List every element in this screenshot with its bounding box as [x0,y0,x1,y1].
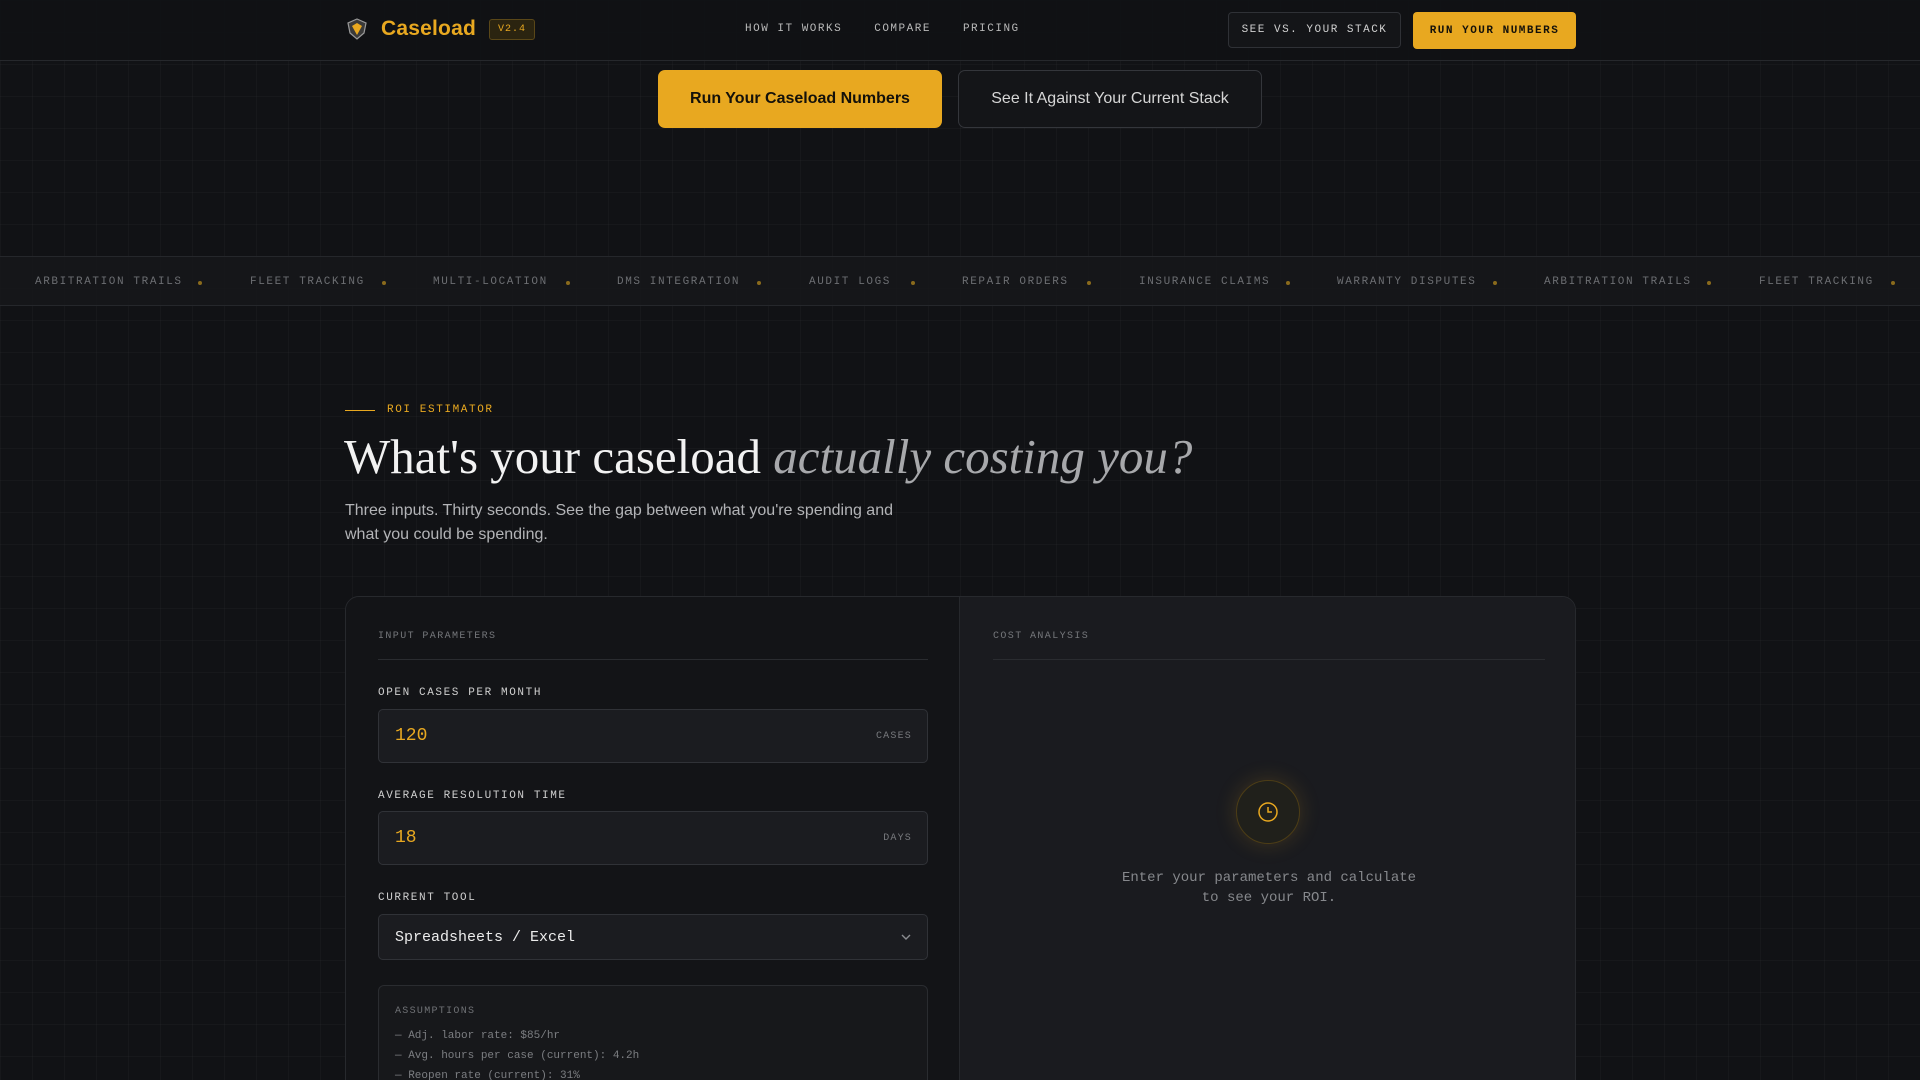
divider [993,659,1545,660]
chevron-down-icon [901,934,911,940]
run-your-numbers-button[interactable]: RUN YOUR NUMBERS [1413,12,1576,49]
resolution-input[interactable]: 18 DAYS [378,811,928,865]
ticker-item: WARRANTY DISPUTES [1337,276,1477,288]
ticker-item: FLEET TRACKING [1759,276,1874,288]
resolution-value: 18 [395,828,417,848]
ticker-separator [911,281,915,285]
roi-estimator-card: INPUT PARAMETERS OPEN CASES PER MONTH 12… [345,596,1576,1080]
divider [378,659,928,660]
assumption-line: — Avg. hours per case (current): 4.2h [395,1050,640,1062]
input-panel: INPUT PARAMETERS OPEN CASES PER MONTH 12… [346,597,959,1080]
ticker-separator [1493,281,1497,285]
brand[interactable]: Caseload V2.4 [345,17,535,41]
eyebrow-text: ROI ESTIMATOR [387,404,494,416]
assumptions-title: ASSUMPTIONS [395,1006,476,1017]
cases-label: OPEN CASES PER MONTH [378,687,543,699]
ticker-item: ARBITRATION TRAILS [35,276,183,288]
clock-icon [1258,802,1278,822]
resolution-label: AVERAGE RESOLUTION TIME [378,790,567,802]
brand-name: Caseload [381,17,476,40]
run-caseload-numbers-button[interactable]: Run Your Caseload Numbers [658,70,942,128]
ticker-separator [566,281,570,285]
ticker-separator [198,281,202,285]
input-panel-title: INPUT PARAMETERS [378,631,497,642]
page-title: What's your caseload actually costing yo… [344,428,1192,485]
ticker-item: MULTI-LOCATION [433,276,548,288]
headline-italic: actually costing you? [773,429,1193,484]
ticker-item: DMS INTEGRATION [617,276,741,288]
ticker-separator [1087,281,1091,285]
nav-links: HOW IT WORKS COMPARE PRICING [745,23,1020,35]
clock-icon-badge [1236,780,1300,844]
nav-link-compare[interactable]: COMPARE [874,23,931,35]
nav-link-how-it-works[interactable]: HOW IT WORKS [745,23,842,35]
ticker-item: ARBITRATION TRAILS [1544,276,1692,288]
ticker-item: INSURANCE CLAIMS [1139,276,1271,288]
ticker-separator [1286,281,1290,285]
top-nav: Caseload V2.4 HOW IT WORKS COMPARE PRICI… [0,0,1920,61]
ticker-separator [1707,281,1711,285]
see-vs-stack-button[interactable]: SEE VS. YOUR STACK [1228,12,1401,48]
empty-state-text: Enter your parameters and calculate to s… [1121,870,1417,906]
feature-ticker: ARBITRATION TRAILS FLEET TRACKING MULTI-… [0,256,1920,306]
headline-plain: What's your caseload [344,429,762,484]
assumptions-box: ASSUMPTIONS — Adj. labor rate: $85/hr — … [378,985,928,1080]
analysis-panel-title: COST ANALYSIS [993,631,1090,642]
tool-label: CURRENT TOOL [378,892,477,904]
cases-value: 120 [395,726,428,746]
ticker-item: FLEET TRACKING [250,276,365,288]
assumption-line: — Adj. labor rate: $85/hr [395,1030,561,1042]
analysis-panel: COST ANALYSIS Enter your parameters and … [959,597,1575,1080]
tool-select[interactable]: Spreadsheets / Excel [378,914,928,960]
nav-link-pricing[interactable]: PRICING [963,23,1020,35]
ticker-separator [757,281,761,285]
ticker-item: REPAIR ORDERS [962,276,1069,288]
assumption-line: — Reopen rate (current): 31% [395,1070,580,1080]
section-subtext: Three inputs. Thirty seconds. See the ga… [345,502,893,543]
version-badge: V2.4 [488,18,535,40]
ticker-item: AUDIT LOGS [809,276,892,288]
shield-logo-icon [347,18,367,40]
cases-unit: CASES [875,731,912,742]
ticker-separator [382,281,386,285]
see-against-stack-button[interactable]: See It Against Your Current Stack [958,70,1262,128]
cases-input[interactable]: 120 CASES [378,709,928,763]
ticker-separator [1891,281,1895,285]
resolution-unit: DAYS [883,833,912,844]
eyebrow-rule [345,409,375,411]
section-eyebrow: ROI ESTIMATOR [345,404,494,416]
tool-value: Spreadsheets / Excel [395,929,576,946]
